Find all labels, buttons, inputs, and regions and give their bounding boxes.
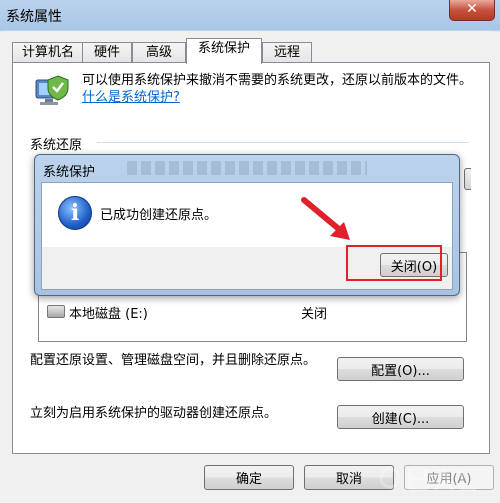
intro-description: 可以使用系统保护来撤消不需要的系统更改，还原以前版本的文件。 <box>82 73 473 88</box>
dialog-message: 已成功创建还原点。 <box>100 208 218 223</box>
drive-protection-status: 关闭 <box>301 307 328 322</box>
tab-computer-name[interactable]: 计算机名 <box>12 42 84 63</box>
watermark-logo <box>379 465 476 492</box>
ok-button[interactable]: 确定 <box>204 465 294 490</box>
system-restore-heading: 系统还原 <box>30 138 83 153</box>
dialog-title-glass-ghost <box>127 161 367 175</box>
drive-name[interactable]: 本地磁盘 (E:) <box>69 303 148 322</box>
drive-icon <box>47 305 65 318</box>
create-description: 立刻为启用系统保护的驱动器创建还原点。 <box>30 406 278 421</box>
computer-shield-icon <box>35 75 69 105</box>
title-bar[interactable]: 系统属性 ✕ <box>0 0 500 30</box>
annotation-highlight-box <box>346 245 442 281</box>
window-close-button[interactable]: ✕ <box>449 0 495 21</box>
section-divider <box>97 142 469 143</box>
system-restore-button-edge[interactable] <box>464 168 471 190</box>
system-properties-window: 系统属性 ✕ 计算机名 硬件 高级 系统保护 远程 可以使用系统保护来撤消不需要… <box>0 0 500 503</box>
tab-advanced[interactable]: 高级 <box>132 42 186 63</box>
intro-text: 可以使用系统保护来撤消不需要的系统更改，还原以前版本的文件。 什么是系统保护? <box>82 72 472 106</box>
tab-hardware[interactable]: 硬件 <box>82 42 132 63</box>
configure-description: 配置还原设置、管理磁盘空间，并且删除还原点。 <box>30 353 317 368</box>
info-icon: i <box>58 196 92 230</box>
window-title: 系统属性 <box>6 9 62 25</box>
dialog-title: 系统保护 <box>43 165 96 180</box>
configure-button[interactable]: 配置(O)... <box>337 357 464 381</box>
dialog-message-area: i 已成功创建还原点。 <box>42 183 452 247</box>
tab-remote[interactable]: 远程 <box>262 42 312 63</box>
what-is-system-protection-link[interactable]: 什么是系统保护? <box>82 90 180 105</box>
create-button[interactable]: 创建(C)... <box>337 405 464 429</box>
annotation-arrow-icon <box>301 197 350 240</box>
tab-system-protection[interactable]: 系统保护 <box>186 38 262 64</box>
